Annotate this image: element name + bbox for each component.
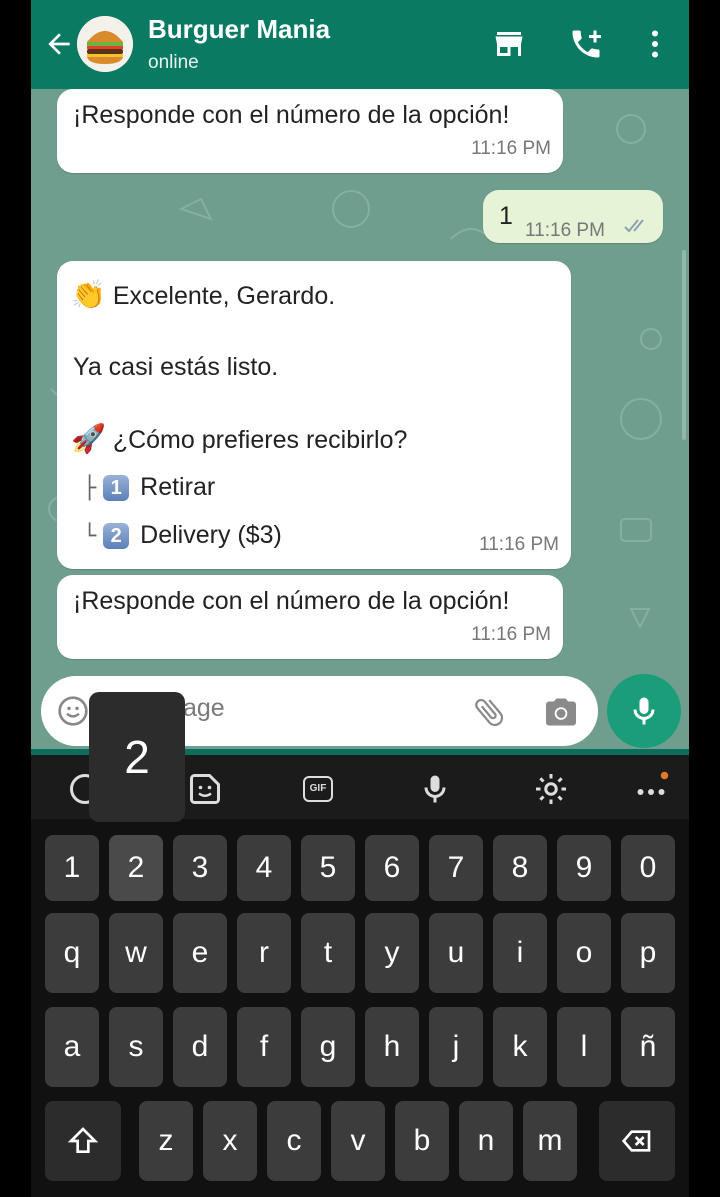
- key-1[interactable]: 1: [45, 835, 99, 901]
- burger-avatar-icon: [77, 16, 133, 72]
- message-text: ¡Responde con el número de la opción!: [73, 101, 510, 129]
- key-o[interactable]: o: [557, 913, 611, 993]
- message-time: 11:16 PM: [525, 220, 605, 241]
- tree-end-icon: └: [83, 524, 97, 549]
- clap-emoji-icon: 👏: [71, 279, 106, 310]
- emoji-icon[interactable]: [57, 695, 89, 727]
- keycap-two-icon: 2: [103, 523, 130, 550]
- key-c[interactable]: c: [267, 1101, 321, 1181]
- key-p[interactable]: p: [621, 913, 675, 993]
- key-s[interactable]: s: [109, 1007, 163, 1087]
- incoming-message-options[interactable]: 👏 Excelente, Gerardo. Ya casi estás list…: [57, 261, 571, 569]
- key-m[interactable]: m: [523, 1101, 577, 1181]
- key-r[interactable]: r: [237, 913, 291, 993]
- contact-avatar[interactable]: [77, 16, 133, 72]
- gif-icon[interactable]: GIF: [303, 776, 333, 802]
- phone-screen: Burguer Mania online ¡Responde con el nú…: [31, 0, 689, 1197]
- key-t[interactable]: t: [301, 913, 355, 993]
- status-text: Ya casi estás listo.: [73, 353, 279, 381]
- key-x[interactable]: x: [203, 1101, 257, 1181]
- key-b[interactable]: b: [395, 1101, 449, 1181]
- message-time: 11:16 PM: [471, 138, 551, 159]
- voice-input-icon[interactable]: [417, 771, 453, 807]
- attach-icon[interactable]: [471, 694, 507, 730]
- key-preview-popup: 2: [89, 692, 185, 822]
- key-a[interactable]: a: [45, 1007, 99, 1087]
- greeting-text: Excelente, Gerardo.: [112, 282, 336, 310]
- rocket-emoji-icon: 🚀: [71, 423, 106, 454]
- key-6[interactable]: 6: [365, 835, 419, 901]
- key-7[interactable]: 7: [429, 835, 483, 901]
- chat-scrollbar[interactable]: [682, 250, 686, 440]
- key-4[interactable]: 4: [237, 835, 291, 901]
- key-0[interactable]: 0: [621, 835, 675, 901]
- outgoing-message[interactable]: 1 11:16 PM: [483, 190, 663, 243]
- key-d[interactable]: d: [173, 1007, 227, 1087]
- key-e[interactable]: e: [173, 913, 227, 993]
- key-u[interactable]: u: [429, 913, 483, 993]
- shift-key[interactable]: [45, 1101, 121, 1181]
- store-icon[interactable]: [491, 26, 527, 62]
- key-k[interactable]: k: [493, 1007, 547, 1087]
- key-9[interactable]: 9: [557, 835, 611, 901]
- message-text: 1: [499, 202, 513, 230]
- incoming-message[interactable]: ¡Responde con el número de la opción! 11…: [57, 575, 563, 659]
- key-enye[interactable]: ñ: [621, 1007, 675, 1087]
- message-time: 11:16 PM: [479, 534, 559, 555]
- question-text: ¿Cómo prefieres recibirlo?: [112, 426, 408, 454]
- backspace-key[interactable]: [599, 1101, 675, 1181]
- key-n[interactable]: n: [459, 1101, 513, 1181]
- backspace-icon: [621, 1130, 651, 1152]
- key-h[interactable]: h: [365, 1007, 419, 1087]
- key-q[interactable]: q: [45, 913, 99, 993]
- key-g[interactable]: g: [301, 1007, 355, 1087]
- incoming-message[interactable]: ¡Responde con el número de la opción! 11…: [57, 89, 563, 173]
- back-arrow-icon[interactable]: [43, 28, 75, 60]
- key-5[interactable]: 5: [301, 835, 355, 901]
- option-label: Delivery ($3): [140, 521, 282, 549]
- key-v[interactable]: v: [331, 1101, 385, 1181]
- chat-header: Burguer Mania online: [31, 0, 689, 89]
- key-w[interactable]: w: [109, 913, 163, 993]
- key-l[interactable]: l: [557, 1007, 611, 1087]
- key-i[interactable]: i: [493, 913, 547, 993]
- message-time: 11:16 PM: [471, 624, 551, 645]
- keycap-one-icon: 1: [103, 475, 130, 502]
- more-horiz-icon[interactable]: [633, 771, 669, 807]
- shift-icon: [67, 1127, 99, 1153]
- chat-area[interactable]: ¡Responde con el número de la opción! 11…: [31, 89, 689, 749]
- camera-icon[interactable]: [543, 694, 579, 730]
- key-z[interactable]: z: [139, 1101, 193, 1181]
- message-text: ¡Responde con el número de la opción!: [73, 587, 510, 615]
- option-2: └ 2 Delivery ($3): [83, 517, 282, 555]
- voice-record-button[interactable]: [607, 674, 681, 748]
- key-y[interactable]: y: [365, 913, 419, 993]
- key-8[interactable]: 8: [493, 835, 547, 901]
- contact-status: online: [148, 52, 199, 73]
- key-j[interactable]: j: [429, 1007, 483, 1087]
- tree-branch-icon: ├: [83, 476, 97, 501]
- add-call-icon[interactable]: [568, 26, 604, 62]
- key-2[interactable]: 2: [109, 835, 163, 901]
- contact-name[interactable]: Burguer Mania: [148, 14, 330, 45]
- settings-icon[interactable]: [533, 771, 569, 807]
- key-f[interactable]: f: [237, 1007, 291, 1087]
- mic-icon: [633, 697, 655, 725]
- option-1: ├ 1 Retirar: [83, 469, 215, 507]
- key-3[interactable]: 3: [173, 835, 227, 901]
- more-vert-icon[interactable]: [637, 26, 673, 62]
- sticker-icon[interactable]: [187, 771, 223, 807]
- message-placeholder: age: [183, 694, 225, 722]
- option-label: Retirar: [140, 473, 216, 501]
- read-ticks-icon: [624, 219, 644, 233]
